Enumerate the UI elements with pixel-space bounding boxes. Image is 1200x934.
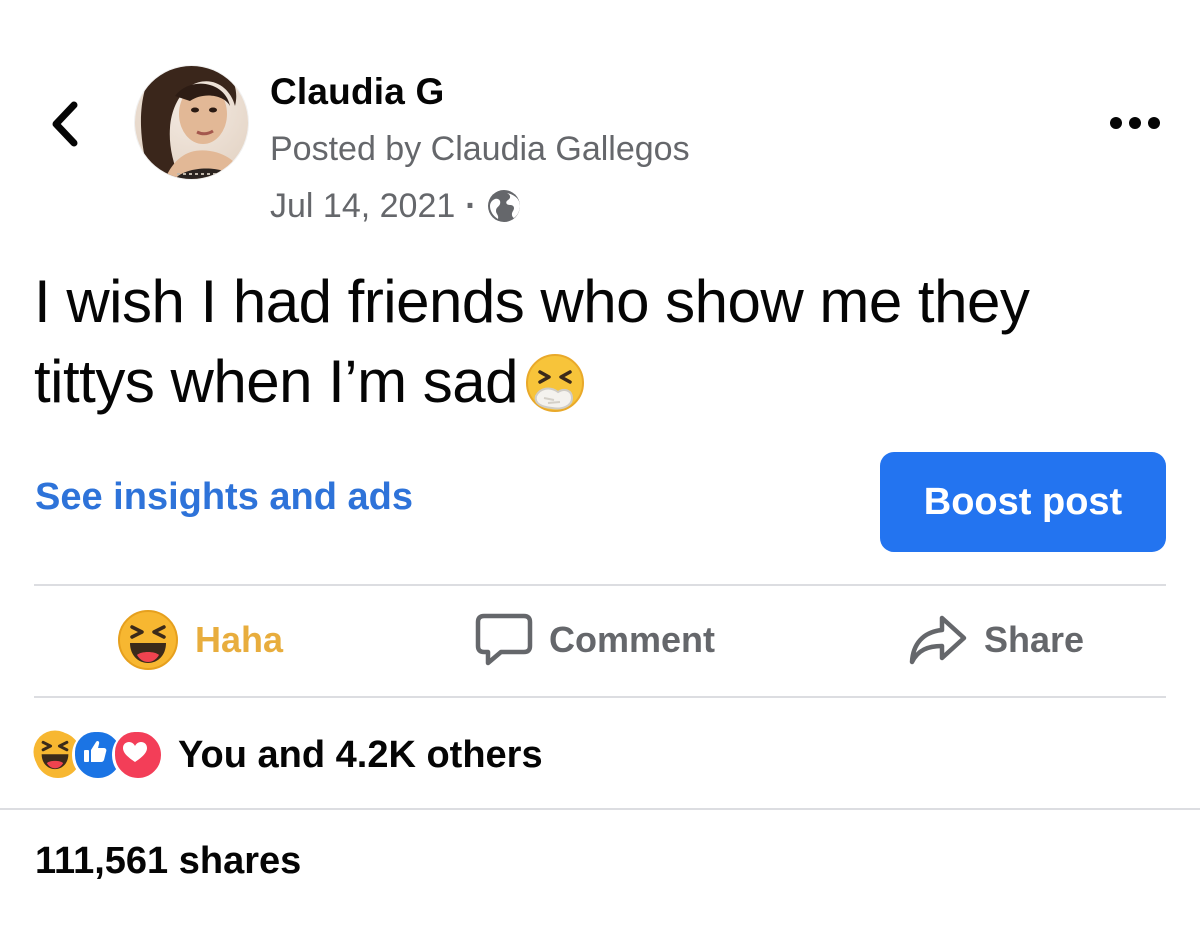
divider (0, 808, 1200, 810)
post-date[interactable]: Jul 14, 2021 (270, 178, 455, 234)
sneezing-face-icon (526, 354, 585, 412)
divider (34, 584, 1166, 586)
avatar[interactable] (135, 66, 248, 179)
boost-post-button[interactable]: Boost post (880, 452, 1166, 552)
reaction-icons (32, 729, 164, 781)
shares-count[interactable]: 111,561 shares (35, 840, 301, 883)
globe-icon (487, 190, 520, 222)
love-icon (112, 729, 164, 781)
share-icon (909, 615, 967, 665)
more-dots-icon (1110, 117, 1160, 129)
post-meta: Jul 14, 2021 · (270, 178, 690, 234)
comment-label: Comment (549, 619, 716, 660)
haha-icon (118, 610, 178, 670)
chevron-left-icon (52, 101, 78, 147)
post-body: I wish I had friends who show me they ti… (34, 262, 1164, 422)
profile-photo (135, 66, 248, 179)
divider (34, 696, 1166, 698)
reactions-count: You and 4.2K others (178, 733, 543, 776)
meta-separator: · (465, 187, 477, 225)
haha-label: Haha (195, 619, 284, 660)
more-options-button[interactable] (1105, 108, 1165, 138)
posted-by-label: Posted by Claudia Gallegos (270, 130, 690, 168)
post-header: Claudia G Posted by Claudia Gallegos Jul… (270, 66, 690, 234)
reactions-summary[interactable]: You and 4.2K others (32, 725, 543, 785)
comment-button[interactable]: Comment (475, 608, 715, 672)
back-button[interactable] (40, 96, 90, 152)
comment-icon (475, 613, 533, 666)
haha-reaction-button[interactable]: Haha (117, 608, 283, 672)
page-name[interactable]: Claudia G (270, 66, 690, 118)
post-detail-screen: Claudia G Posted by Claudia Gallegos Jul… (0, 0, 1200, 934)
share-button[interactable]: Share (908, 608, 1084, 672)
share-label: Share (984, 619, 1085, 660)
see-insights-link[interactable]: See insights and ads (35, 476, 413, 519)
